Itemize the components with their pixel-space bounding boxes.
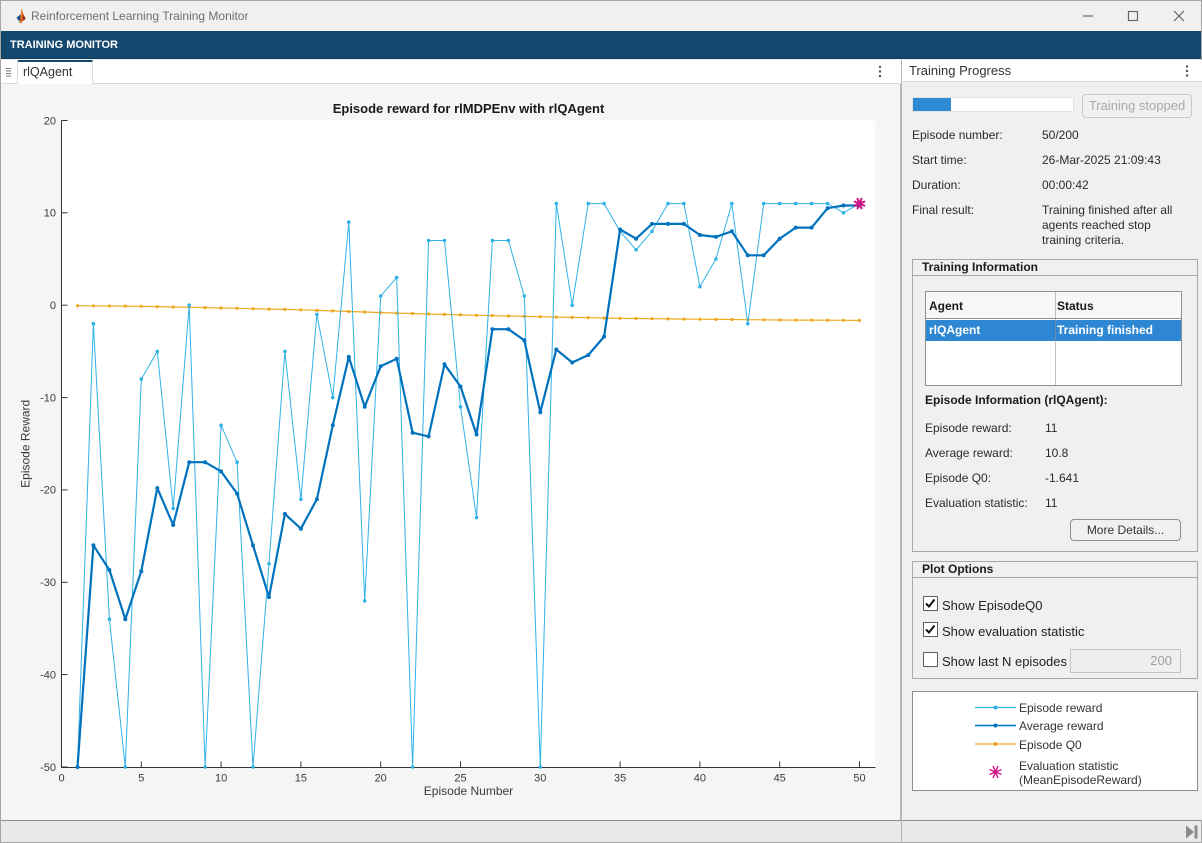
svg-text:30: 30 (534, 773, 546, 785)
svg-text:20: 20 (375, 773, 387, 785)
svg-text:35: 35 (614, 773, 626, 785)
svg-text:50: 50 (853, 773, 865, 785)
svg-text:-40: -40 (40, 669, 56, 681)
svg-text:45: 45 (774, 773, 786, 785)
svg-text:25: 25 (454, 773, 466, 785)
svg-text:-20: -20 (40, 485, 56, 497)
svg-text:15: 15 (295, 773, 307, 785)
svg-text:Episode Reward: Episode Reward (19, 400, 33, 488)
svg-text:10: 10 (44, 208, 56, 220)
svg-text:20: 20 (44, 115, 56, 127)
svg-text:10: 10 (215, 773, 227, 785)
svg-text:0: 0 (58, 773, 64, 785)
svg-text:Episode reward for rlMDPEnv wi: Episode reward for rlMDPEnv with rlQAgen… (333, 101, 605, 116)
svg-text:-30: -30 (40, 577, 56, 589)
svg-text:5: 5 (138, 773, 144, 785)
svg-text:-10: -10 (40, 392, 56, 404)
svg-text:40: 40 (694, 773, 706, 785)
svg-text:0: 0 (50, 300, 56, 312)
svg-text:-50: -50 (40, 762, 56, 774)
svg-text:Episode Number: Episode Number (424, 784, 513, 798)
